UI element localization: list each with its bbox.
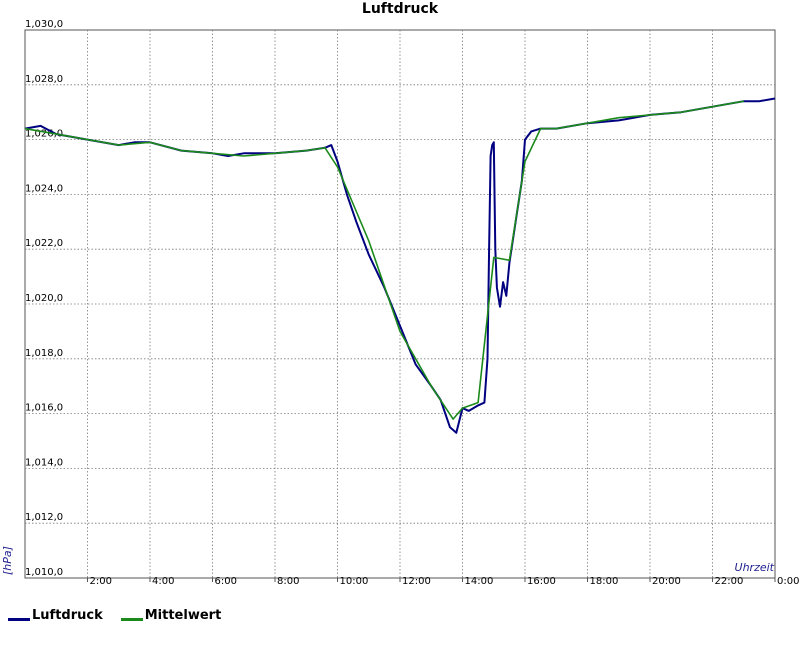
y-tick-label: 1,014,0 (25, 457, 63, 468)
y-tick-label: 1,020,0 (25, 293, 63, 304)
x-tick-label: 0:00 (777, 576, 799, 587)
grid (24, 29, 776, 582)
legend-label-mittelwert: Mittelwert (144, 608, 222, 623)
x-tick-label: 22:00 (715, 576, 744, 587)
x-tick-label: 16:00 (527, 576, 556, 587)
legend-label-luftdruck: Luftdruck (32, 608, 103, 623)
chart-title: Luftdruck (362, 1, 439, 17)
legend: Luftdruck Mittelwert (8, 608, 221, 623)
x-tick-label: 18:00 (590, 576, 619, 587)
y-tick-label: 1,010,0 (25, 567, 63, 578)
x-tick-label: 2:00 (90, 576, 112, 587)
x-tick-label: 10:00 (340, 576, 369, 587)
y-tick-label: 1,024,0 (25, 183, 63, 194)
y-tick-label: 1,022,0 (25, 238, 63, 249)
y-tick-label: 1,012,0 (25, 512, 63, 523)
x-tick-label: 6:00 (215, 576, 237, 587)
x-tick-label: 14:00 (465, 576, 494, 587)
chart: Luftdruck 1,010,01,012,01,014,01,016,01,… (1, 1, 799, 587)
y-tick-label: 1,028,0 (25, 74, 63, 85)
y-tick-label: 1,016,0 (25, 403, 63, 414)
x-tick-label: 12:00 (402, 576, 431, 587)
y-tick-label: 1,030,0 (25, 19, 63, 30)
legend-swatch-luftdruck (8, 618, 30, 621)
x-tick-label: 8:00 (277, 576, 299, 587)
series-line-mittelwert (24, 100, 744, 420)
legend-item-luftdruck: Luftdruck (8, 608, 103, 623)
y-tick-label: 1,018,0 (25, 348, 63, 359)
x-axis-label: Uhrzeit (735, 561, 775, 574)
y-axis-ticks: 1,010,0 1,012,0 1,014,0 1,016,0 1,018,0 1,020… (25, 19, 63, 578)
legend-item-mittelwert: Mittelwert (120, 608, 222, 623)
x-tick-label: 4:00 (152, 576, 174, 587)
y-axis-label: [hPa] (1, 546, 14, 575)
x-tick-label: 20:00 (652, 576, 681, 587)
legend-swatch-mittelwert (120, 618, 143, 621)
